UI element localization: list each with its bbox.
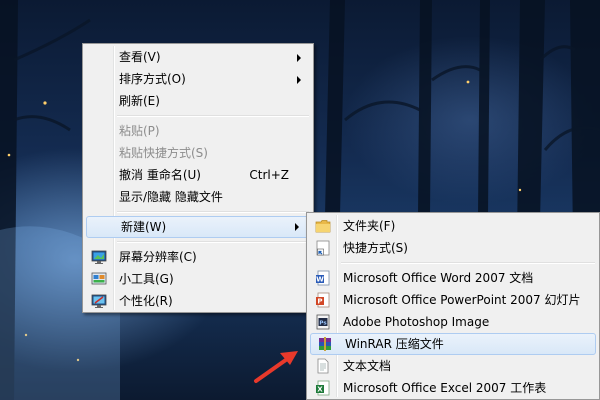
svg-text:X: X [317,386,323,394]
menu-separator [341,262,595,264]
menu-item-label: 小工具(G) [119,272,174,286]
menu-separator [117,241,309,243]
menu-separator [117,115,309,117]
submenu-item-word-document[interactable]: W Microsoft Office Word 2007 文档 [309,267,597,289]
submenu-item-label: WinRAR 压缩文件 [345,337,444,351]
photoshop-icon: Ps [316,314,330,330]
submenu-item-folder[interactable]: 文件夹(F) [309,215,597,237]
menu-item-view[interactable]: 查看(V) [85,46,311,68]
submenu-item-label: Microsoft Office PowerPoint 2007 幻灯片 [343,293,581,307]
folder-icon [315,220,331,233]
submenu-arrow-icon [295,223,299,231]
winrar-icon [319,337,331,351]
submenu-arrow-icon [297,76,301,84]
submenu-item-powerpoint-slide[interactable]: P Microsoft Office PowerPoint 2007 幻灯片 [309,289,597,311]
submenu-item-label: Adobe Photoshop Image [343,315,490,329]
submenu-item-label: 文本文档 [343,359,392,373]
menu-item-paste: 粘贴(P) [85,120,311,142]
menu-item-label: 撤消 重命名(U) [119,168,201,182]
menu-item-label: 排序方式(O) [119,72,186,86]
submenu-arrow-icon [297,54,301,62]
menu-item-label: 新建(W) [121,220,167,234]
annotation-arrow-icon [254,351,298,383]
submenu-item-text-document[interactable]: 文本文档 [309,355,597,377]
new-submenu: 文件夹(F) 快捷方式(S) W Microsoft Office Word 2… [306,212,600,400]
menu-item-label: 个性化(R) [119,294,173,308]
menu-item-shortcut: Ctrl+Z [249,168,289,182]
text-document-icon [317,358,329,374]
menu-separator [117,211,309,213]
menu-item-label: 刷新(E) [119,94,160,108]
submenu-item-label: Microsoft Office Excel 2007 工作表 [343,381,547,395]
svg-text:W: W [316,276,324,284]
word-icon: W [316,270,330,286]
submenu-item-winrar-archive[interactable]: WinRAR 压缩文件 [310,333,596,355]
personalize-icon [91,294,107,308]
menu-item-label: 屏幕分辨率(C) [119,250,197,264]
menu-item-new[interactable]: 新建(W) [86,216,310,238]
menu-item-refresh[interactable]: 刷新(E) [85,90,311,112]
submenu-item-label: 快捷方式(S) [343,241,408,255]
menu-item-paste-shortcut: 粘贴快捷方式(S) [85,142,311,164]
monitor-icon [91,250,107,264]
gadgets-icon [91,272,107,285]
submenu-item-label: Microsoft Office Word 2007 文档 [343,271,534,285]
svg-text:P: P [317,298,322,306]
svg-text:Ps: Ps [319,321,327,327]
menu-item-screen-resolution[interactable]: 屏幕分辨率(C) [85,246,311,268]
menu-item-show-hide-hidden-files[interactable]: 显示/隐藏 隐藏文件 [85,186,311,208]
submenu-item-shortcut[interactable]: 快捷方式(S) [309,237,597,259]
menu-item-label: 显示/隐藏 隐藏文件 [119,190,223,204]
submenu-item-label: 文件夹(F) [343,219,396,233]
menu-item-label: 查看(V) [119,50,161,64]
powerpoint-icon: P [316,292,330,308]
menu-item-gadgets[interactable]: 小工具(G) [85,268,311,290]
desktop-context-menu: 查看(V) 排序方式(O) 刷新(E) 粘贴(P) 粘贴快捷方式(S) 撤消 重… [82,43,314,313]
menu-item-label: 粘贴快捷方式(S) [119,146,208,160]
shortcut-icon [316,240,330,256]
excel-icon: X [316,380,330,396]
submenu-item-photoshop-image[interactable]: Ps Adobe Photoshop Image [309,311,597,333]
menu-item-sort-by[interactable]: 排序方式(O) [85,68,311,90]
menu-item-undo-rename[interactable]: 撤消 重命名(U) Ctrl+Z [85,164,311,186]
submenu-item-excel-worksheet[interactable]: X Microsoft Office Excel 2007 工作表 [309,377,597,399]
menu-item-label: 粘贴(P) [119,124,160,138]
menu-item-personalize[interactable]: 个性化(R) [85,290,311,312]
